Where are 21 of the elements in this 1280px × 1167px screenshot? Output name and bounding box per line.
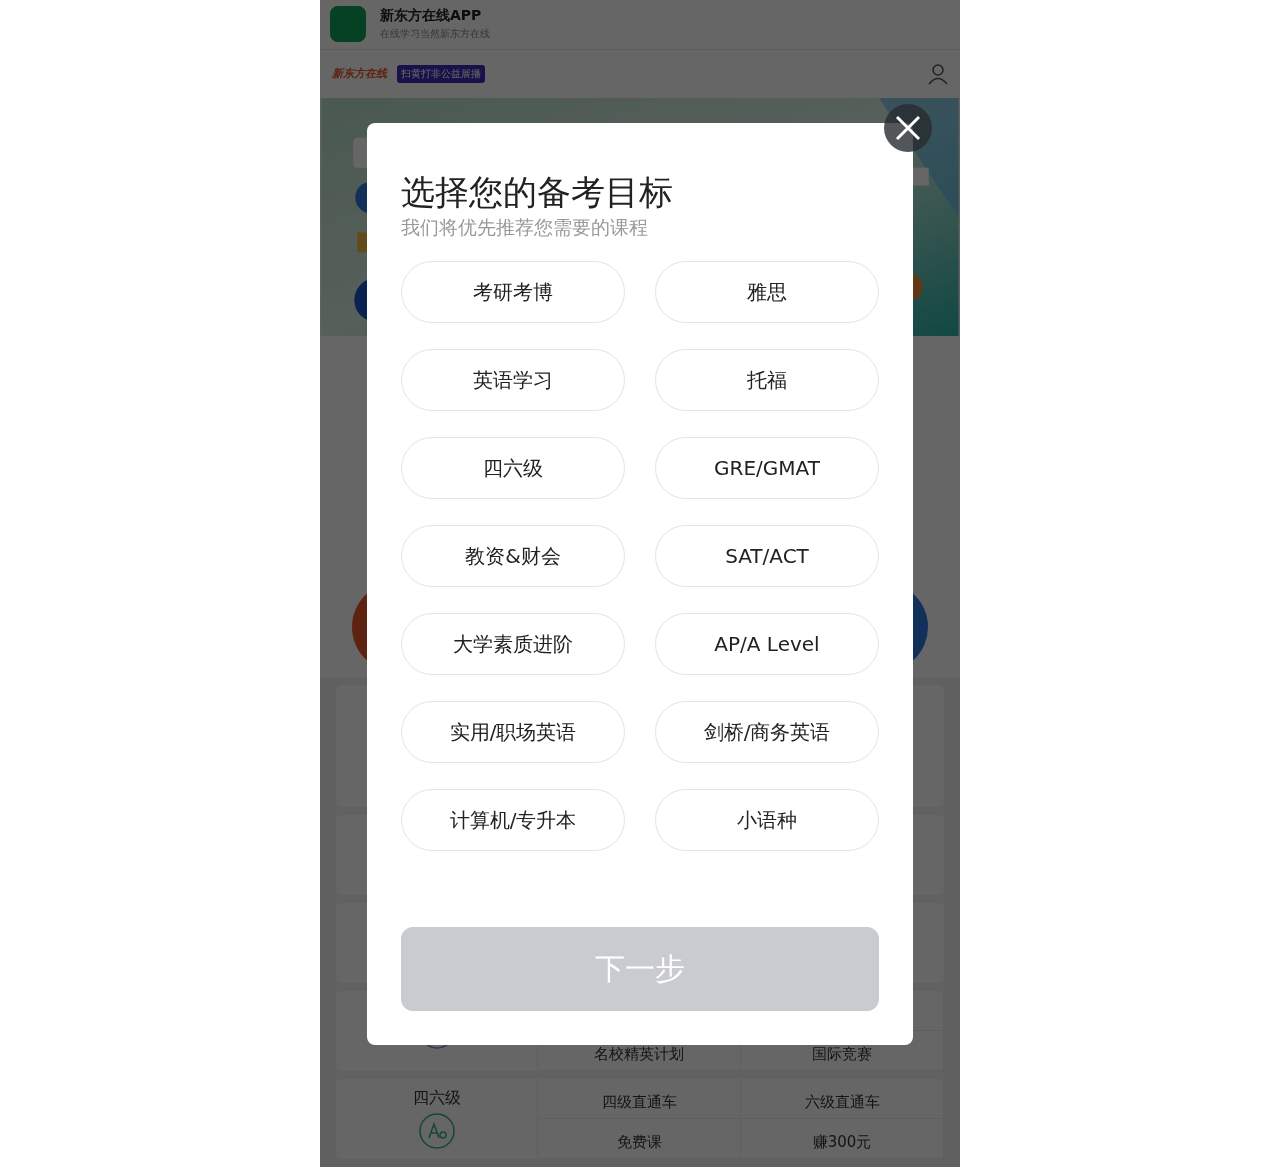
goal-option[interactable]: GRE/GMAT bbox=[655, 437, 879, 499]
app-title: 新东方在线APP bbox=[380, 7, 483, 26]
user-icon[interactable] bbox=[928, 62, 948, 85]
goal-option[interactable]: 考研考博 bbox=[401, 261, 625, 323]
goal-option[interactable]: 计算机/专升本 bbox=[401, 789, 625, 851]
goal-option[interactable]: 剑桥/商务英语 bbox=[655, 701, 879, 763]
letters-icon bbox=[418, 1113, 455, 1150]
goal-option[interactable]: 大学素质进阶 bbox=[401, 613, 625, 675]
goal-option[interactable]: 英语学习 bbox=[401, 349, 625, 411]
goal-option[interactable]: 托福 bbox=[655, 349, 879, 411]
goal-option[interactable]: AP/A Level bbox=[655, 613, 879, 675]
goal-option[interactable]: SAT/ACT bbox=[655, 525, 879, 587]
goal-option[interactable]: 小语种 bbox=[655, 789, 879, 851]
dialog-title: 选择您的备考目标 bbox=[401, 171, 674, 213]
app-icon[interactable] bbox=[330, 6, 366, 43]
goal-option[interactable]: 雅思 bbox=[655, 261, 879, 323]
dialog-subtitle: 我们将优先推荐您需要的课程 bbox=[401, 215, 649, 240]
goal-option[interactable]: 实用/职场英语 bbox=[401, 701, 625, 763]
category-title: 四六级 bbox=[412, 1088, 461, 1110]
goal-option[interactable]: 四六级 bbox=[401, 437, 625, 499]
goal-option[interactable]: 教资&财会 bbox=[401, 525, 625, 587]
